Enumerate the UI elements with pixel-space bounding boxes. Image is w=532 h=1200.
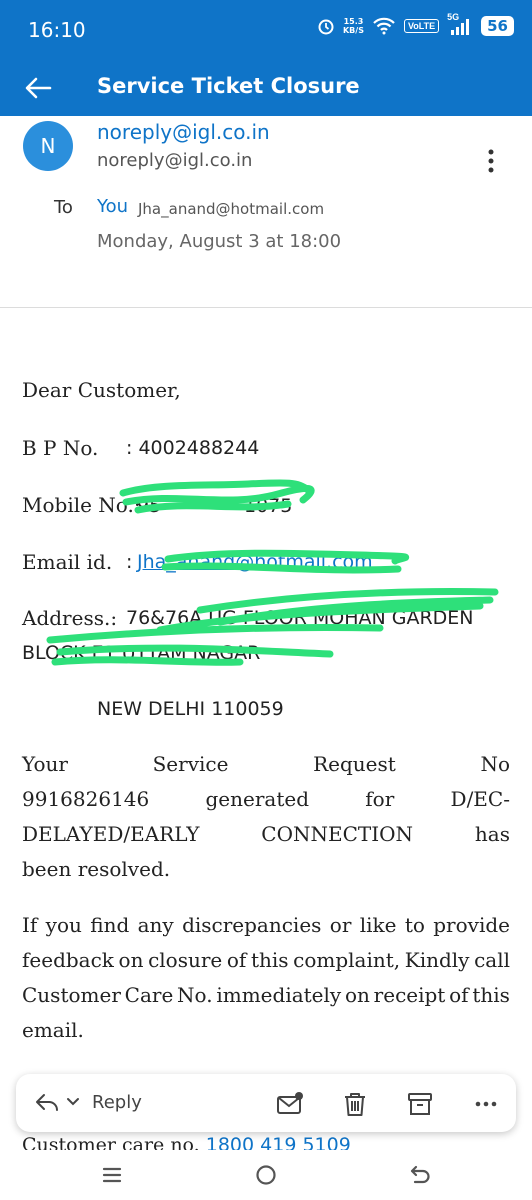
- recipient-email[interactable]: Jha_anand@hotmail.com: [138, 200, 324, 218]
- mobile-value: 95: [137, 495, 162, 517]
- greeting: Dear Customer,: [22, 378, 181, 402]
- paragraph-resolved: Your Service Request No 9916826146 generated…: [22, 747, 510, 887]
- paragraph-line: DELAYED/EARLY CONNECTION has: [22, 822, 510, 846]
- bp-value: : 4002488244: [126, 437, 260, 459]
- more-vert-icon[interactable]: [483, 148, 499, 174]
- wifi-icon: [373, 17, 395, 35]
- email-label: Email id.: [22, 550, 113, 574]
- recents-icon[interactable]: [99, 1162, 125, 1188]
- net-speed: 15.3 KB/S: [342, 17, 364, 35]
- to-label: To: [54, 197, 73, 218]
- mobile-tail: 1075: [244, 495, 293, 517]
- recipient-you[interactable]: You: [97, 196, 128, 217]
- email-link[interactable]: Jha_anand@hotmail.com: [137, 551, 373, 573]
- email-colon: :: [126, 551, 133, 573]
- status-icons: 15.3 KB/S VoLTE 5G 56: [317, 12, 514, 36]
- battery-indicator: 56: [481, 16, 514, 36]
- paragraph-line: feedback on closure of this complaint, Kindly c…: [22, 948, 510, 972]
- paragraph-line: email.: [22, 1018, 84, 1042]
- paragraph-line: If you find any discrepancies or like to provide: [22, 913, 510, 937]
- address-line-1: 76&76A UG FLOOR MOHAN GARDEN: [126, 607, 474, 629]
- home-icon[interactable]: [253, 1162, 279, 1188]
- paragraph-line: been resolved.: [22, 857, 171, 881]
- archive-icon[interactable]: [406, 1090, 434, 1118]
- alarm-icon: [318, 19, 334, 35]
- mail-unread-icon[interactable]: [276, 1090, 304, 1118]
- back-nav-icon[interactable]: [407, 1162, 433, 1188]
- status-bar: 16:10 15.3 KB/S VoLTE 5G 56: [0, 0, 532, 60]
- avatar[interactable]: N: [23, 121, 73, 171]
- more-horiz-icon[interactable]: [472, 1090, 500, 1118]
- sender-name[interactable]: noreply@igl.co.in: [97, 120, 270, 144]
- paragraph-line: Your Service Request No: [22, 752, 510, 776]
- redaction-scribble-address: [46, 588, 499, 666]
- reply-label: Reply: [92, 1091, 142, 1113]
- app-bar: Service Ticket Closure: [0, 60, 532, 116]
- arrow-left-icon[interactable]: [22, 72, 54, 104]
- bp-label: B P No.: [22, 436, 99, 460]
- email-date: Monday, August 3 at 18:00: [97, 231, 342, 252]
- paragraph-feedback: If you find any discrepancies or like to provide…: [22, 908, 510, 1048]
- chevron-down-icon[interactable]: [66, 1097, 80, 1107]
- address-city: NEW DELHI 110059: [97, 698, 284, 720]
- signal-icon: 5G: [447, 12, 473, 36]
- reply-icon: [36, 1094, 58, 1111]
- reply-button[interactable]: Reply: [34, 1090, 142, 1114]
- volte-badge: VoLTE: [403, 19, 440, 33]
- divider: [0, 307, 532, 308]
- page-title: Service Ticket Closure: [97, 74, 360, 98]
- trash-icon[interactable]: [341, 1090, 369, 1118]
- action-bar: Reply: [16, 1074, 516, 1132]
- address-line-2: BLOCK E1 UTTAM NAGAR: [22, 642, 261, 664]
- paragraph-line: Customer Care No. immediately on receipt of thi…: [22, 983, 510, 1007]
- paragraph-line: 9916826146 generated for D/EC-: [22, 787, 510, 811]
- system-nav-bar: [0, 1150, 532, 1200]
- status-time: 16:10: [28, 18, 86, 42]
- sender-email: noreply@igl.co.in: [97, 150, 253, 171]
- address-label: Address.:: [22, 606, 118, 630]
- mobile-label: Mobile No.:: [22, 493, 141, 517]
